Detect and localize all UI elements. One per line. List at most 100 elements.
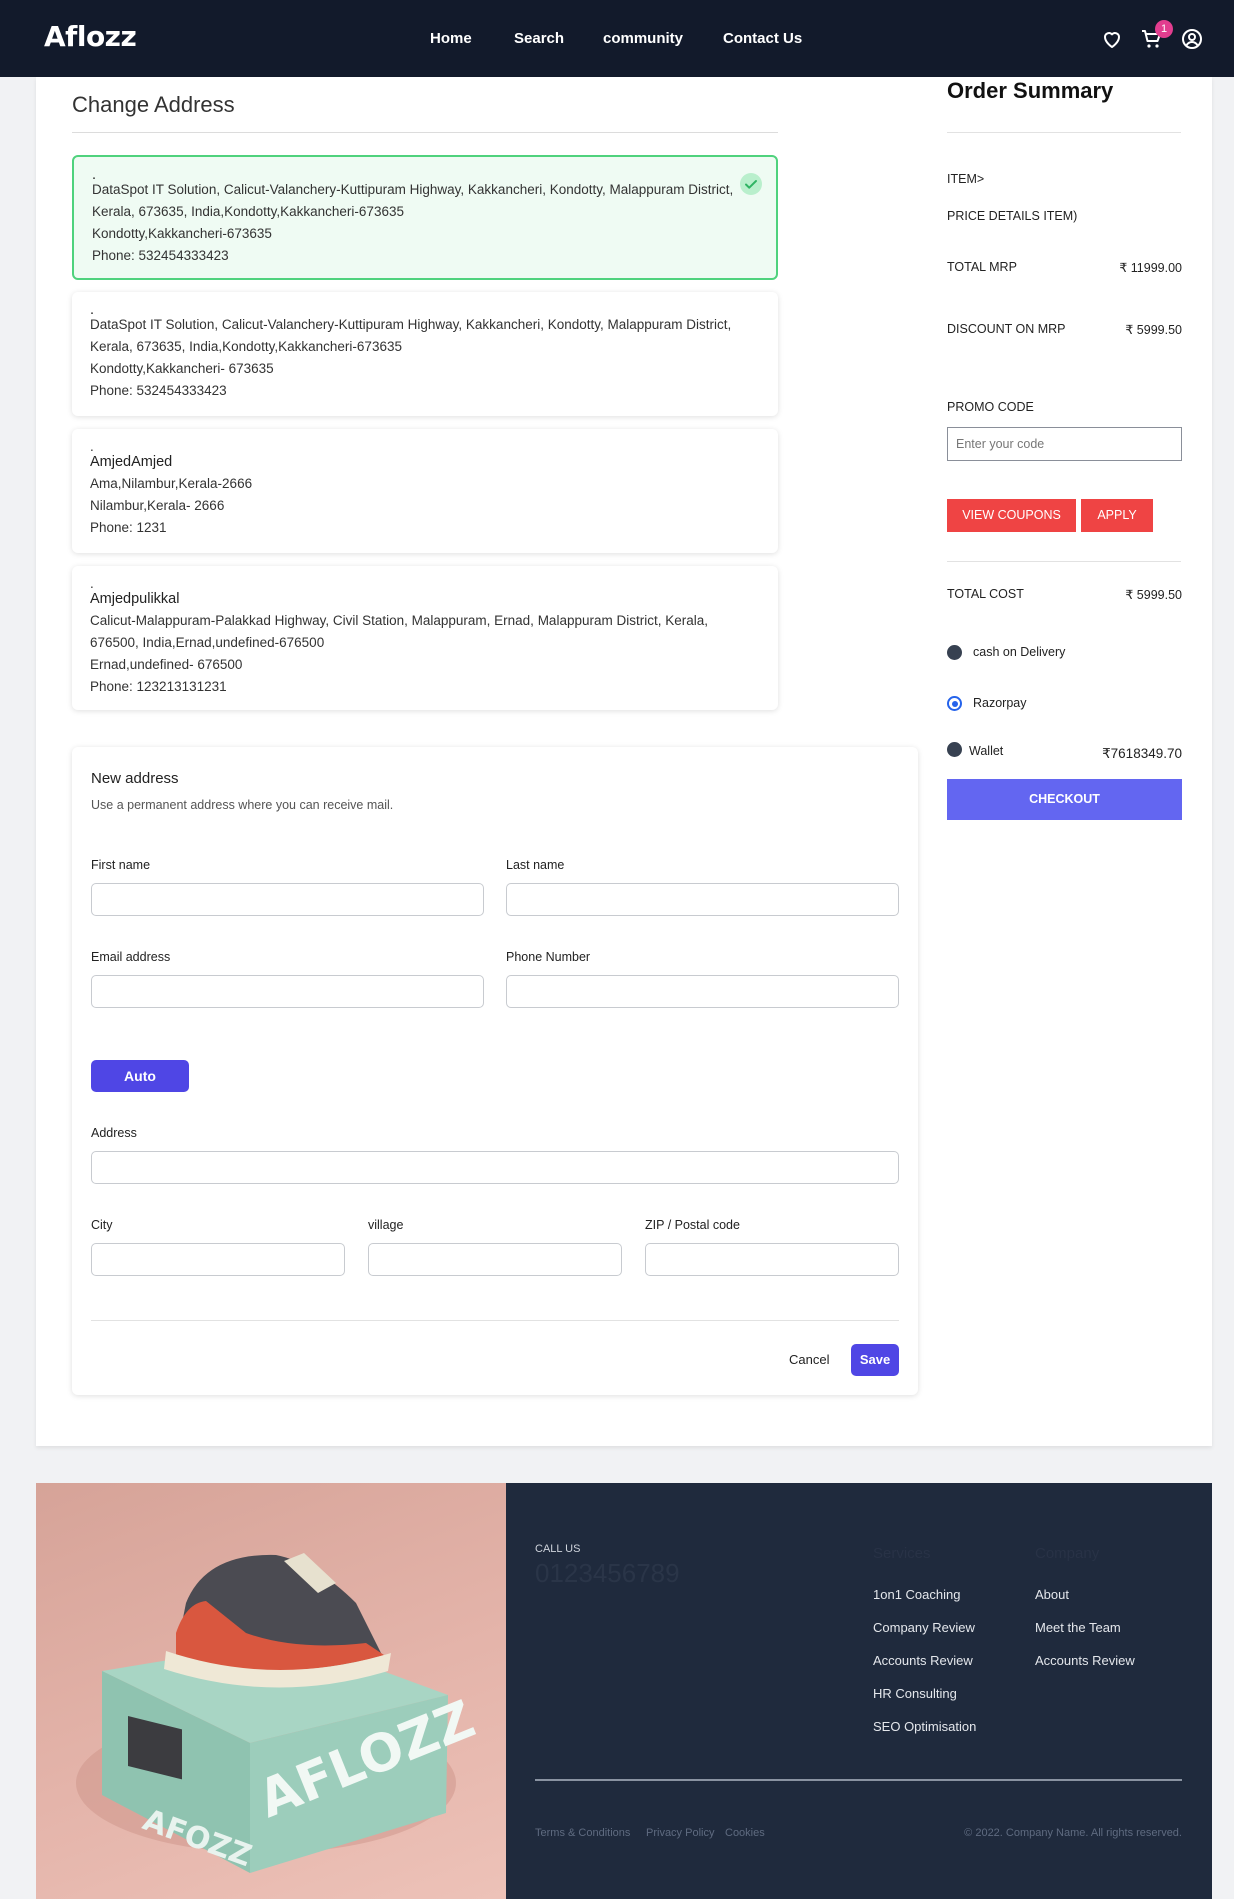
cod-label[interactable]: cash on Delivery — [973, 645, 1065, 659]
address-line: 676500, India,Ernad,undefined-676500 — [90, 635, 325, 650]
wallet-balance: ₹7618349.70 — [1102, 746, 1182, 761]
footer-link-coaching[interactable]: 1on1 Coaching — [873, 1587, 960, 1602]
wallet-radio[interactable] — [947, 742, 962, 757]
city-input[interactable] — [91, 1243, 345, 1276]
nav-search[interactable]: Search — [514, 30, 564, 47]
footer-link-company-accounts[interactable]: Accounts Review — [1035, 1653, 1135, 1668]
nav-contact-us[interactable]: Contact Us — [723, 30, 802, 47]
copyright: © 2022. Company Name. All rights reserve… — [964, 1827, 1182, 1839]
address-name: Amjedpulikkal — [90, 591, 180, 607]
divider — [947, 132, 1181, 133]
zip-input[interactable] — [645, 1243, 899, 1276]
nav-community[interactable]: community — [603, 30, 683, 47]
cod-radio[interactable] — [947, 645, 962, 660]
zip-label: ZIP / Postal code — [645, 1218, 740, 1232]
footer-link-about[interactable]: About — [1035, 1587, 1069, 1602]
razorpay-radio[interactable] — [947, 696, 962, 711]
new-address-subtitle: Use a permanent address where you can re… — [91, 798, 394, 812]
address-line: Ernad,undefined- 676500 — [90, 657, 243, 672]
address-phone: Phone: 532454333423 — [92, 248, 229, 263]
footer-link-hr-consulting[interactable]: HR Consulting — [873, 1686, 957, 1701]
brand-logo[interactable]: Aflozz — [44, 20, 137, 53]
footer-link-seo[interactable]: SEO Optimisation — [873, 1719, 976, 1734]
change-address-title: Change Address — [72, 92, 235, 117]
divider — [535, 1779, 1182, 1781]
address-dot: . — [90, 576, 94, 591]
discount-label: DISCOUNT ON MRP — [947, 322, 1066, 336]
address-line: Kerala, 673635, India,Kondotty,Kakkanche… — [92, 204, 404, 219]
checkout-button[interactable]: CHECKOUT — [947, 779, 1182, 820]
new-address-title: New address — [91, 770, 179, 787]
footer-link-team[interactable]: Meet the Team — [1035, 1620, 1121, 1635]
village-label: village — [368, 1218, 404, 1232]
address-card-3[interactable]: . AmjedAmjed Ama,Nilambur,Kerala-2666 Ni… — [72, 429, 778, 553]
email-label: Email address — [91, 950, 171, 964]
promo-code-input[interactable]: Enter your code — [947, 427, 1182, 461]
cookies-link[interactable]: Cookies — [725, 1827, 765, 1839]
first-name-input[interactable] — [91, 883, 484, 916]
first-name-label: First name — [91, 858, 151, 872]
divider — [91, 1320, 899, 1321]
address-card-4[interactable]: . Amjedpulikkal Calicut-Malappuram-Palak… — [72, 566, 778, 710]
divider — [72, 132, 778, 133]
address-input[interactable] — [91, 1151, 899, 1184]
terms-link[interactable]: Terms & Conditions — [535, 1827, 630, 1839]
city-label: City — [91, 1218, 113, 1232]
auto-fill-button[interactable]: Auto — [91, 1060, 189, 1092]
address-line: Kondotty,Kakkancheri-673635 — [92, 226, 272, 241]
total-cost-label: TOTAL COST — [947, 587, 1024, 601]
phone-label: Phone Number — [506, 950, 591, 964]
heart-icon[interactable] — [1100, 27, 1124, 51]
address-phone: Phone: 532454333423 — [90, 383, 227, 398]
address-name: AmjedAmjed — [90, 454, 173, 470]
promo-code-label: PROMO CODE — [947, 400, 1034, 414]
price-details-label: PRICE DETAILS ITEM) — [947, 209, 1078, 223]
check-icon — [740, 173, 762, 195]
wallet-label[interactable]: Wallet — [969, 744, 1003, 758]
address-dot: . — [90, 439, 94, 454]
apply-button[interactable]: APPLY — [1081, 499, 1153, 532]
address-line: Calicut-Malappuram-Palakkad Highway, Civ… — [90, 613, 708, 628]
address-line: Kondotty,Kakkancheri- 673635 — [90, 361, 274, 376]
address-line: DataSpot IT Solution, Calicut-Valanchery… — [92, 182, 734, 197]
address-phone: Phone: 1231 — [90, 520, 167, 535]
cart-count-badge: 1 — [1155, 20, 1173, 38]
address-label: Address — [91, 1126, 137, 1140]
phone-input[interactable] — [506, 975, 899, 1008]
address-line: Ama,Nilambur,Kerala-2666 — [90, 476, 253, 491]
nav-home[interactable]: Home — [430, 30, 472, 47]
save-button[interactable]: Save — [851, 1344, 899, 1376]
address-card-1[interactable]: . DataSpot IT Solution, Calicut-Valanche… — [72, 155, 778, 280]
village-input[interactable] — [368, 1243, 622, 1276]
footer-link-company-review[interactable]: Company Review — [873, 1620, 975, 1635]
call-us-label: CALL US — [535, 1543, 581, 1555]
address-line: Nilambur,Kerala- 2666 — [90, 498, 225, 513]
razorpay-label[interactable]: Razorpay — [973, 696, 1027, 710]
address-name: . — [90, 302, 95, 318]
email-input[interactable] — [91, 975, 484, 1008]
view-coupons-button[interactable]: VIEW COUPONS — [947, 499, 1076, 532]
footer-link-accounts-review[interactable]: Accounts Review — [873, 1653, 973, 1668]
last-name-label: Last name — [506, 858, 565, 872]
total-mrp-value: ₹ 11999.00 — [1119, 261, 1182, 275]
divider — [947, 561, 1181, 562]
address-phone: Phone: 123213131231 — [90, 679, 227, 694]
total-mrp-label: TOTAL MRP — [947, 260, 1017, 274]
item-label[interactable]: ITEM> — [947, 172, 984, 186]
privacy-link[interactable]: Privacy Policy — [646, 1827, 714, 1839]
address-name: . — [92, 167, 97, 183]
shoe-box-image: AFOZZ AFLOZZ — [36, 1483, 506, 1899]
cancel-button[interactable]: Cancel — [789, 1352, 829, 1367]
order-summary-title: Order Summary — [947, 78, 1114, 103]
address-line: Kerala, 673635, India,Kondotty,Kakkanche… — [90, 339, 402, 354]
address-card-2[interactable]: . DataSpot IT Solution, Calicut-Valanche… — [72, 292, 778, 416]
total-cost-value: ₹ 5999.50 — [1125, 588, 1182, 602]
account-icon[interactable] — [1180, 27, 1204, 51]
last-name-input[interactable] — [506, 883, 899, 916]
new-address-form — [72, 747, 918, 1395]
company-heading: Company — [1035, 1545, 1100, 1562]
services-heading: Services — [873, 1545, 931, 1562]
address-line: DataSpot IT Solution, Calicut-Valanchery… — [90, 317, 732, 332]
footer-phone[interactable]: 0123456789 — [535, 1558, 680, 1589]
discount-value: ₹ 5999.50 — [1125, 323, 1182, 337]
